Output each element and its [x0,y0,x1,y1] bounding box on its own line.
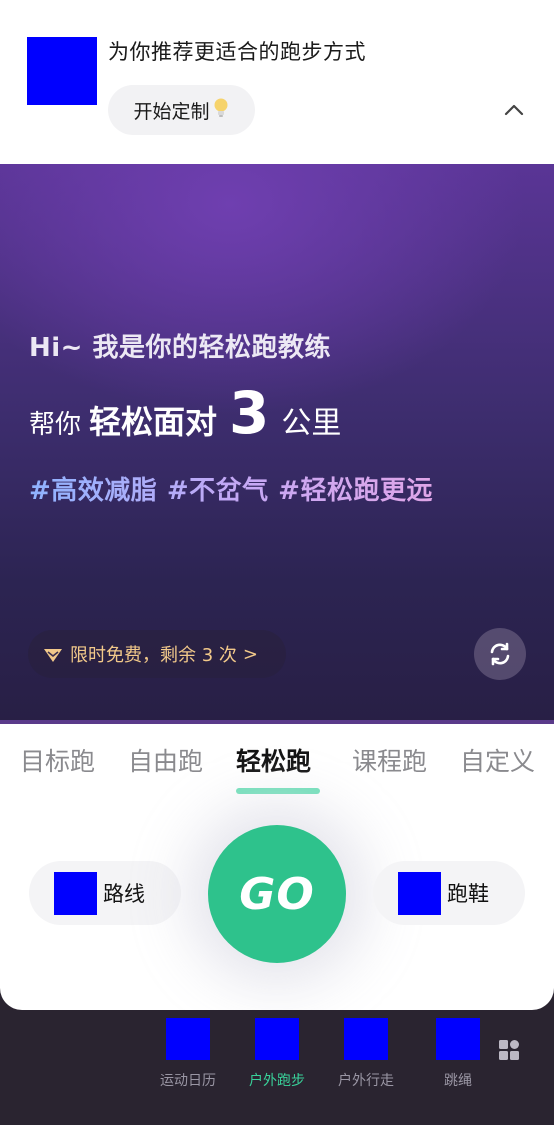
coach-hero-banner: Hi~ 我是你的轻松跑教练 帮你 轻松面对 3 公里 #高效减脂 #不岔气 #轻… [0,164,554,722]
nav-item-outdoor-run[interactable]: 户外跑步 [237,1018,317,1090]
active-tab-underline [236,788,320,794]
hero-goal-prefix: 帮你 [29,410,82,440]
shoes-icon [398,871,441,915]
lightbulb-icon [212,97,230,124]
nav-label: 户外跑步 [249,1073,305,1089]
hero-goal-distance: 3 [229,379,270,447]
tab-easy-run[interactable]: 轻松跑 [236,742,311,778]
vip-diamond-icon [44,649,62,662]
tab-custom[interactable]: 自定义 [460,742,535,778]
run-mode-tabs: 目标跑 自由跑 轻松跑 课程跑 自定义 [0,742,554,794]
route-icon [54,871,97,915]
refresh-icon [490,642,510,666]
hero-goal-emphasis: 轻松面对 [89,403,218,441]
shoes-button[interactable]: 跑鞋 [373,861,525,925]
free-trial-offer[interactable]: 限时免费，剩余 3 次 > [28,630,286,678]
nav-label: 户外行走 [338,1073,394,1089]
tab-course-run[interactable]: 课程跑 [352,742,427,778]
hero-goal-unit: 公里 [281,406,342,441]
route-button[interactable]: 路线 [29,861,181,925]
nav-label: 运动日历 [160,1073,216,1089]
tab-goal-run[interactable]: 目标跑 [20,742,95,778]
outdoor-run-icon [255,1018,299,1060]
tab-free-run[interactable]: 自由跑 [128,742,203,778]
nav-item-calendar[interactable]: 运动日历 [148,1018,228,1090]
route-label: 路线 [103,882,145,906]
go-button[interactable]: GO [208,825,346,963]
hero-goal: 帮你 轻松面对 3 公里 [29,384,341,443]
go-label: GO [239,868,315,920]
grid-menu-icon[interactable] [498,1039,520,1061]
offer-text: 限时免费，剩余 3 次 [70,645,237,666]
run-mode-panel: 目标跑 自由跑 轻松跑 课程跑 自定义 路线 GO 跑鞋 [0,720,554,1010]
recommend-thumbnail [27,37,97,105]
start-customize-button[interactable]: 开始定制 [108,85,255,135]
hero-tags: #高效减脂 #不岔气 #轻松跑更远 [29,470,433,507]
recommend-title: 为你推荐更适合的跑步方式 [108,40,366,64]
start-customize-label: 开始定制 [133,100,210,123]
outdoor-walk-icon [344,1018,388,1060]
chevron-right-icon: > [242,643,258,665]
refresh-button[interactable] [474,628,526,680]
nav-item-outdoor-walk[interactable]: 户外行走 [326,1018,406,1090]
chevron-up-icon[interactable] [502,98,526,122]
calendar-icon [166,1018,210,1060]
jump-rope-icon [436,1018,480,1060]
bottom-nav: 运动日历 户外跑步 户外行走 跳绳 [0,1010,554,1125]
nav-item-jump-rope[interactable]: 跳绳 [418,1018,498,1090]
shoes-label: 跑鞋 [447,882,489,906]
nav-label: 跳绳 [444,1073,472,1089]
hero-greeting: Hi~ 我是你的轻松跑教练 [29,333,332,363]
recommend-card: 为你推荐更适合的跑步方式 开始定制 [0,0,554,164]
